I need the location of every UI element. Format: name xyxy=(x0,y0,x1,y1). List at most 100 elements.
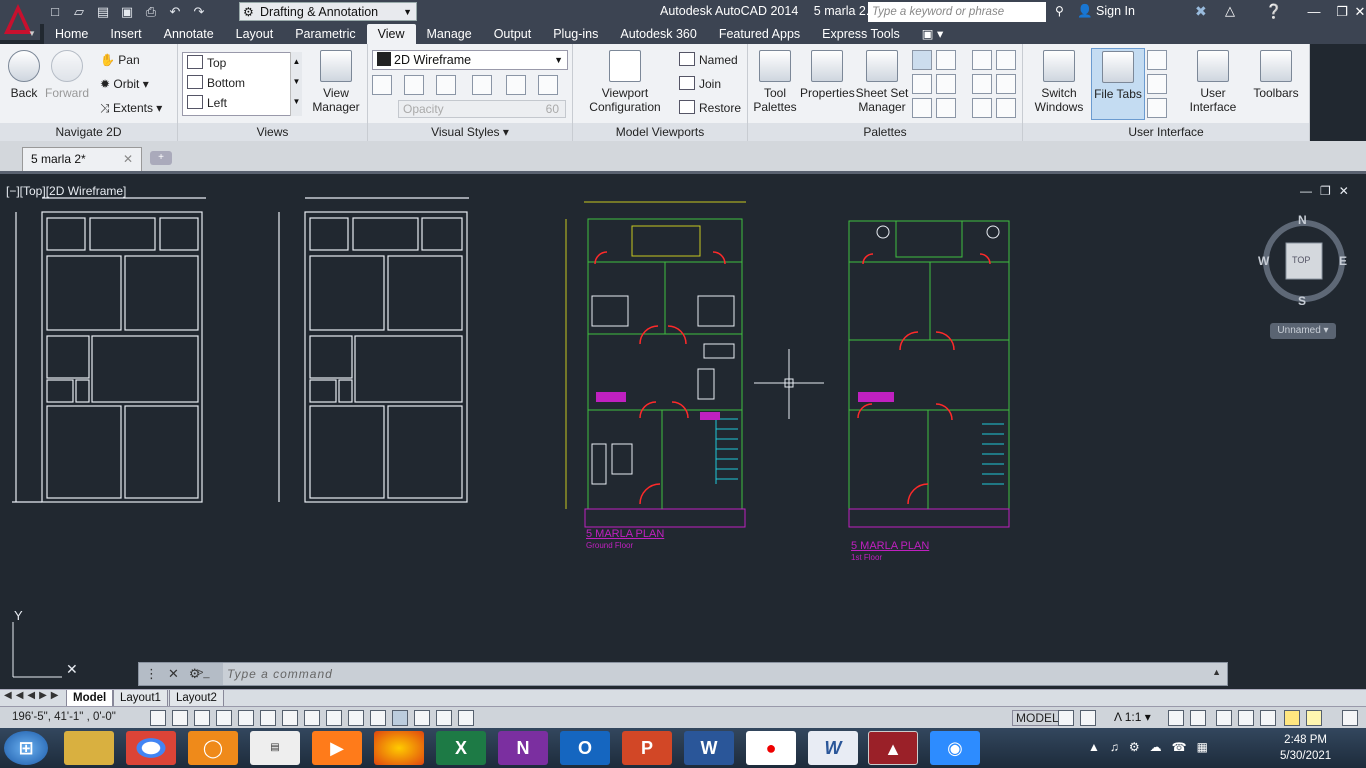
polar-icon[interactable] xyxy=(238,710,254,726)
tab-layout2[interactable]: Layout2 xyxy=(169,690,224,707)
zoom-icon[interactable]: ◉ xyxy=(930,731,980,765)
switch-windows-button[interactable]: Switch Windows xyxy=(1029,50,1089,114)
clean-screen-icon[interactable] xyxy=(1342,710,1358,726)
save-as-icon[interactable]: ▣ xyxy=(116,2,138,22)
tab-home[interactable]: Home xyxy=(44,24,99,44)
visual-style-icon-4[interactable] xyxy=(472,75,492,95)
exchange-icon[interactable]: ✖ xyxy=(1195,3,1207,20)
otrack-icon[interactable] xyxy=(304,710,320,726)
firefox-icon[interactable] xyxy=(374,731,424,765)
file-explorer-icon[interactable] xyxy=(64,731,114,765)
vpn-icon[interactable]: ◯ xyxy=(188,731,238,765)
visual-style-icon-6[interactable] xyxy=(538,75,558,95)
tab-autodesk-360[interactable]: Autodesk 360 xyxy=(609,24,707,44)
user-interface-button[interactable]: User Interface xyxy=(1183,50,1243,114)
forward-button[interactable]: Forward xyxy=(44,50,90,100)
close-button[interactable]: ✕ xyxy=(1354,2,1366,22)
visual-style-icon-2[interactable] xyxy=(404,75,424,95)
sign-in-link[interactable]: 👤 Sign In xyxy=(1077,4,1135,19)
palette-icon-7[interactable] xyxy=(972,50,992,70)
tab-view[interactable]: View xyxy=(366,24,416,44)
lightbulb-icon[interactable] xyxy=(1306,710,1322,726)
layout-nav-arrows[interactable]: ◀◀◀▶▶ xyxy=(4,690,62,701)
quick-view-layouts-icon[interactable] xyxy=(1058,710,1074,726)
viewcube-top-face[interactable]: TOP xyxy=(1292,255,1310,265)
chrome-icon[interactable] xyxy=(126,731,176,765)
view-top[interactable]: Top xyxy=(187,53,226,73)
visual-style-icon-3[interactable] xyxy=(436,75,456,95)
ui-icon-3[interactable] xyxy=(1147,98,1167,118)
application-menu-button[interactable]: ▼ xyxy=(0,0,40,40)
annotation-visibility-icon[interactable] xyxy=(1168,710,1184,726)
visual-style-dropdown[interactable]: 2D Wireframe ▼ xyxy=(372,50,568,70)
views-scrollbar[interactable]: ▲ ▼ ▼ xyxy=(290,52,302,116)
compass-south[interactable]: S xyxy=(1298,294,1306,308)
palette-icon-12[interactable] xyxy=(996,98,1016,118)
annotation-monitor-icon[interactable] xyxy=(458,710,474,726)
ducs-icon[interactable] xyxy=(326,710,342,726)
grid-icon[interactable] xyxy=(194,710,210,726)
tab-featured-apps[interactable]: Featured Apps xyxy=(708,24,811,44)
tool-palettes-button[interactable]: Tool Palettes xyxy=(752,50,798,114)
new-icon[interactable]: □ xyxy=(44,2,66,22)
workspace-dropdown[interactable]: ⚙ Drafting & Annotation ▼ xyxy=(239,2,417,21)
notepad-icon[interactable]: ▤ xyxy=(250,731,300,765)
extents-button[interactable]: ⤨ Extents ▾ xyxy=(100,98,162,118)
properties-button[interactable]: Properties xyxy=(800,50,855,100)
hardware-acceleration-icon[interactable] xyxy=(1260,710,1276,726)
tab-layout1[interactable]: Layout1 xyxy=(113,690,168,707)
3d-osnap-icon[interactable] xyxy=(282,710,298,726)
osnap-icon[interactable] xyxy=(260,710,276,726)
autodesk-360-icon[interactable]: △ xyxy=(1225,3,1235,19)
drawing-canvas[interactable]: [−][Top][2D Wireframe] —❐✕ 5 MARLA PLAN … xyxy=(0,174,1366,689)
palette-icon-8[interactable] xyxy=(996,50,1016,70)
view-manager-button[interactable]: View Manager xyxy=(308,50,364,114)
orbit-button[interactable]: ✹ Orbit ▾ xyxy=(100,74,149,94)
quick-properties-icon[interactable] xyxy=(414,710,430,726)
tab-layout[interactable]: Layout xyxy=(225,24,285,44)
undo-icon[interactable]: ↶ xyxy=(164,2,186,22)
command-input[interactable]: Type a command xyxy=(227,667,333,681)
snap-icon[interactable] xyxy=(172,710,188,726)
open-icon[interactable]: ▱ xyxy=(68,2,90,22)
palette-icon-11[interactable] xyxy=(972,98,992,118)
viewport-configuration-button[interactable]: Viewport Configuration xyxy=(581,50,669,114)
view-left[interactable]: Left xyxy=(187,93,227,113)
palette-icon-4[interactable] xyxy=(936,74,956,94)
tab-express-tools[interactable]: Express Tools xyxy=(811,24,911,44)
isolate-objects-icon[interactable] xyxy=(1284,710,1300,726)
powerpoint-icon[interactable]: P xyxy=(622,731,672,765)
new-tab-button[interactable]: + xyxy=(150,151,172,165)
tab-parametric[interactable]: Parametric xyxy=(284,24,366,44)
tab-manage[interactable]: Manage xyxy=(416,24,483,44)
screen-recorder-icon[interactable]: ● xyxy=(746,731,796,765)
outlook-icon[interactable]: O xyxy=(560,731,610,765)
palette-icon-10[interactable] xyxy=(996,74,1016,94)
restore-viewports-button[interactable]: Restore xyxy=(679,98,741,118)
tab-annotate[interactable]: Annotate xyxy=(153,24,225,44)
visual-style-icon-1[interactable] xyxy=(372,75,392,95)
toolbars-button[interactable]: Toolbars xyxy=(1247,50,1305,100)
binoculars-icon[interactable]: ⚲ xyxy=(1055,4,1064,18)
minimize-button[interactable]: — xyxy=(1300,2,1328,22)
palette-icon-6[interactable] xyxy=(936,98,956,118)
system-tray-icons[interactable]: ▲♫⚙☁☎▦ xyxy=(1088,740,1218,754)
dyn-icon[interactable] xyxy=(348,710,364,726)
viewcube[interactable]: N S E W TOP Unnamed ▾ xyxy=(1258,213,1350,345)
named-viewports-button[interactable]: Named xyxy=(679,50,738,70)
coordinates-readout[interactable]: 196'-5", 41'-1" , 0'-0" xyxy=(12,711,116,723)
view-bottom[interactable]: Bottom xyxy=(187,73,245,93)
help-search-input[interactable]: Type a keyword or phrase xyxy=(868,2,1046,22)
auto-scale-icon[interactable] xyxy=(1190,710,1206,726)
ui-icon-2[interactable] xyxy=(1147,74,1167,94)
workspace-switch-icon[interactable] xyxy=(1216,710,1232,726)
tab-plugins[interactable]: Plug-ins xyxy=(542,24,609,44)
palette-icon-9[interactable] xyxy=(972,74,992,94)
tab-output[interactable]: Output xyxy=(483,24,543,44)
print-icon[interactable]: ⎙ xyxy=(140,2,162,22)
palette-icon-3[interactable] xyxy=(912,74,932,94)
taskbar-clock[interactable]: 2:48 PM 5/30/2021 xyxy=(1280,732,1331,764)
file-tab[interactable]: 5 marla 2* ✕ xyxy=(22,147,142,171)
lock-icon[interactable] xyxy=(1238,710,1254,726)
ortho-icon[interactable] xyxy=(216,710,232,726)
